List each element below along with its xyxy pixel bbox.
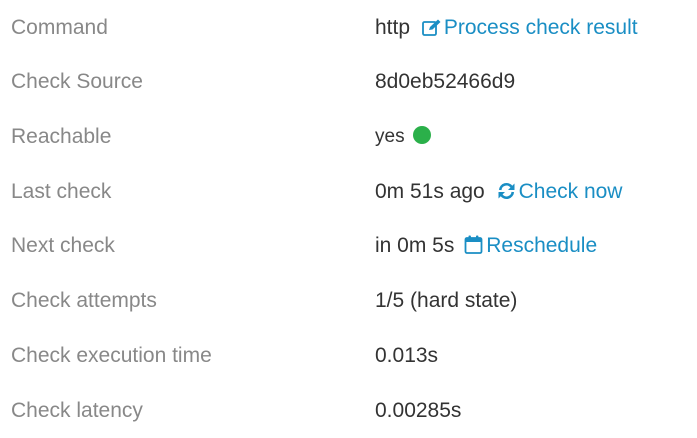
check-details-table: Command http Process check result Check … (0, 0, 697, 425)
last-check-value: 0m 51s ago (375, 180, 485, 203)
check-attempts-value: 1/5 (hard state) (375, 289, 518, 312)
refresh-icon (497, 182, 516, 200)
command-value-cell: http Process check result (375, 0, 638, 55)
last-check-label: Last check (11, 180, 112, 203)
check-execution-time-label: Check execution time (11, 344, 212, 367)
check-latency-label: Check latency (11, 399, 143, 422)
check-source-value: 8d0eb52466d9 (375, 70, 516, 93)
row-check-latency: Check latency 0.00285s (0, 383, 697, 438)
reachable-label: Reachable (11, 125, 112, 148)
edit-icon (421, 19, 441, 36)
reachable-value: yes (375, 126, 405, 147)
status-dot-icon (412, 126, 431, 144)
row-next-check: Next check in 0m 5s Reschedule (0, 218, 697, 273)
reachable-value-cell: yes (375, 109, 431, 164)
next-check-value: in 0m 5s (375, 234, 455, 257)
command-value: http (375, 16, 411, 39)
check-now-link[interactable]: Check now (497, 180, 623, 203)
check-source-label: Check Source (11, 70, 143, 93)
next-check-value-cell: in 0m 5s Reschedule (375, 218, 597, 273)
check-attempts-label: Check attempts (11, 289, 157, 312)
row-check-attempts: Check attempts 1/5 (hard state) (0, 273, 697, 328)
process-check-result-link[interactable]: Process check result (421, 16, 638, 39)
reschedule-label: Reschedule (486, 234, 598, 257)
reschedule-link[interactable]: Reschedule (464, 234, 597, 257)
row-reachable: Reachable yes (0, 109, 697, 164)
last-check-value-cell: 0m 51s ago Check now (375, 164, 622, 219)
check-execution-time-value: 0.013s (375, 344, 439, 367)
row-check-source: Check Source 8d0eb52466d9 (0, 54, 697, 109)
calendar-icon (464, 235, 483, 254)
row-check-execution-time: Check execution time 0.013s (0, 328, 697, 383)
row-command: Command http Process check result (0, 0, 697, 55)
row-last-check: Last check 0m 51s ago Check now (0, 164, 697, 219)
next-check-label: Next check (11, 234, 115, 257)
check-now-label: Check now (518, 180, 623, 203)
process-check-result-label: Process check result (443, 16, 638, 39)
check-latency-value: 0.00285s (375, 399, 462, 422)
command-label: Command (11, 16, 108, 39)
